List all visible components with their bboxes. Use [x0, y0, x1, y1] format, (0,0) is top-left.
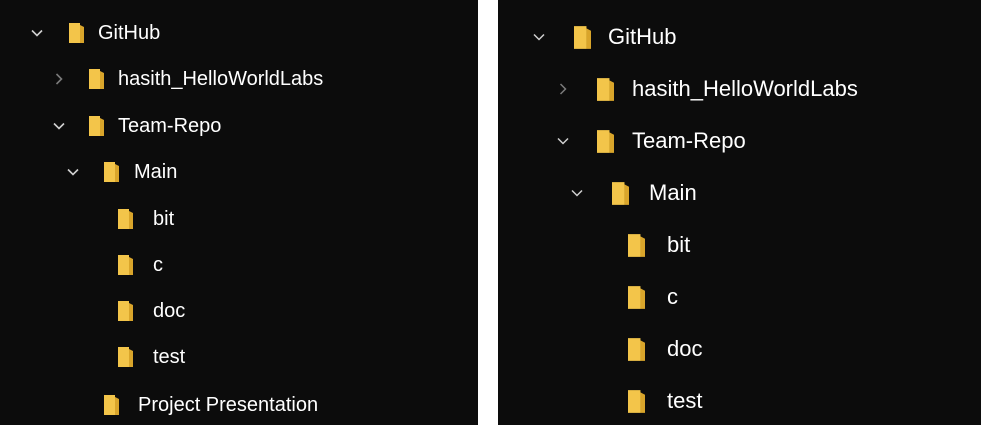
folder-icon — [574, 25, 591, 49]
tree-item-label: doc — [667, 336, 703, 361]
folder-icon — [104, 395, 119, 415]
tree-item-team-repo[interactable]: Team-Repo — [52, 109, 221, 143]
tree-item-c[interactable]: c — [118, 248, 163, 282]
tree-item-label: Team-Repo — [118, 114, 222, 137]
folder-icon — [118, 255, 133, 275]
tree-item-label: bit — [153, 207, 175, 230]
folder-icon — [628, 337, 645, 361]
chevron-down-icon[interactable] — [30, 26, 44, 40]
tree-item-label: bit — [667, 232, 691, 257]
folder-icon — [89, 116, 104, 136]
tree-item-label: doc — [153, 299, 186, 322]
tree-item-label: c — [667, 284, 678, 309]
folder-icon — [597, 129, 614, 153]
tree-item-label: GitHub — [608, 24, 677, 49]
chevron-down-icon[interactable] — [556, 134, 570, 148]
chevron-down-icon[interactable] — [570, 186, 584, 200]
tree-item-main[interactable]: Main — [570, 174, 697, 212]
chevron-right-icon[interactable] — [52, 72, 66, 86]
tree-item-hasith-helloworldlabs[interactable]: hasith_HelloWorldLabs — [52, 62, 323, 96]
folder-icon — [612, 181, 629, 205]
tree-item-github[interactable]: GitHub — [532, 18, 676, 56]
tree-item-label: Team-Repo — [632, 128, 746, 153]
chevron-down-icon[interactable] — [52, 119, 66, 133]
left-explorer-pane: GitHub hasith_HelloWorldLabs Team-Repo M… — [0, 0, 478, 425]
tree-item-hasith-helloworldlabs[interactable]: hasith_HelloWorldLabs — [556, 70, 858, 108]
chevron-down-icon[interactable] — [532, 30, 546, 44]
tree-item-label: test — [667, 388, 703, 413]
tree-item-label: test — [153, 345, 186, 368]
tree-item-doc[interactable]: doc — [628, 330, 702, 368]
folder-icon — [118, 347, 133, 367]
tree-item-label: GitHub — [98, 21, 161, 44]
tree-item-project-presentation[interactable]: Project Presentation — [104, 388, 318, 422]
tree-item-label: c — [153, 253, 163, 276]
tree-item-github[interactable]: GitHub — [30, 16, 160, 50]
chevron-right-icon[interactable] — [556, 82, 570, 96]
folder-icon — [118, 209, 133, 229]
folder-icon — [104, 162, 119, 182]
tree-item-label: Main — [134, 160, 178, 183]
folder-icon — [69, 23, 84, 43]
tree-item-bit[interactable]: bit — [628, 226, 690, 264]
folder-icon — [628, 233, 645, 257]
tree-item-bit[interactable]: bit — [118, 202, 174, 236]
tree-item-team-repo[interactable]: Team-Repo — [556, 122, 746, 160]
tree-item-label: Project Presentation — [138, 393, 319, 416]
tree-item-doc[interactable]: doc — [118, 294, 185, 328]
tree-item-c[interactable]: c — [628, 278, 678, 316]
folder-icon — [628, 389, 645, 413]
chevron-down-icon[interactable] — [66, 165, 80, 179]
folder-icon — [628, 285, 645, 309]
tree-item-test[interactable]: test — [628, 382, 702, 420]
folder-icon — [89, 69, 104, 89]
folder-icon — [597, 77, 614, 101]
tree-item-label: Main — [649, 180, 697, 205]
tree-item-test[interactable]: test — [118, 340, 185, 374]
tree-item-label: hasith_HelloWorldLabs — [118, 67, 324, 90]
tree-item-main[interactable]: Main — [66, 155, 177, 189]
tree-item-label: hasith_HelloWorldLabs — [632, 76, 858, 101]
right-explorer-pane: GitHub hasith_HelloWorldLabs Team-Repo M… — [498, 0, 981, 425]
folder-icon — [118, 301, 133, 321]
